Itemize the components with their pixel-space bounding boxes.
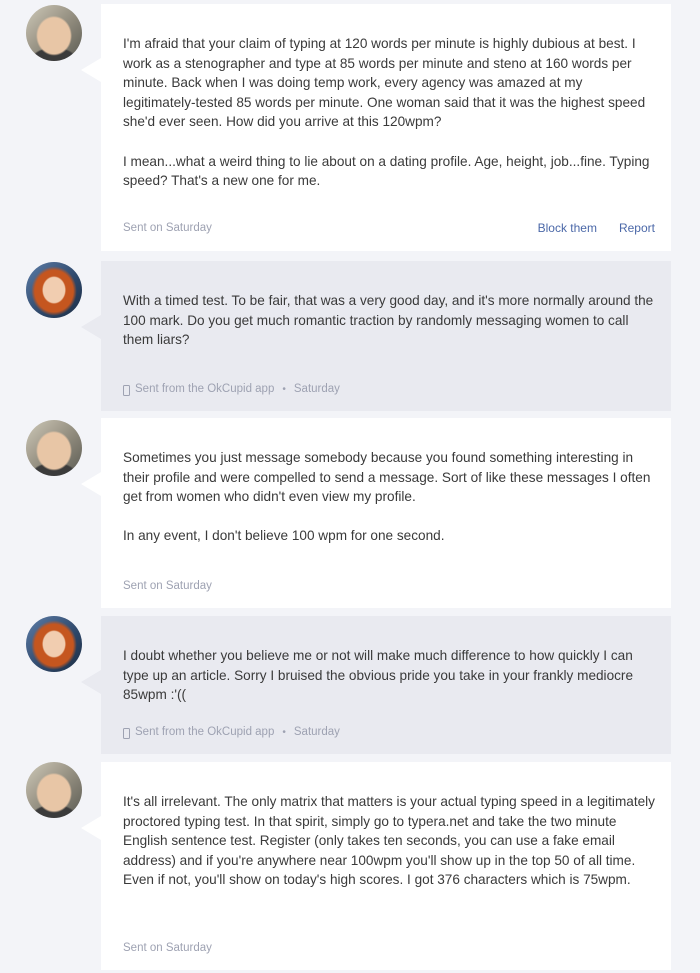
message-footer: Sent from the OkCupid app • Saturday xyxy=(123,726,655,739)
phone-icon xyxy=(123,727,130,739)
message-text: With a timed test. To be fair, that was … xyxy=(123,291,655,350)
sent-timestamp: Sent on Saturday xyxy=(123,222,212,234)
avatar[interactable] xyxy=(26,262,82,318)
sent-day: Saturday xyxy=(293,726,340,738)
message-bubble: I doubt whether you believe me or not wi… xyxy=(81,616,671,754)
message-paragraph: In any event, I don't believe 100 wpm fo… xyxy=(123,528,445,544)
avatar[interactable] xyxy=(26,616,82,672)
avatar[interactable] xyxy=(26,762,82,818)
message-paragraph: It's all irrelevant. The only matrix tha… xyxy=(123,794,655,888)
message-paragraph: With a timed test. To be fair, that was … xyxy=(123,293,654,348)
sent-from-app: Sent from the OkCupid app xyxy=(135,726,275,738)
message-item: It's all irrelevant. The only matrix tha… xyxy=(0,760,700,973)
sent-day: Saturday xyxy=(293,383,340,395)
sent-timestamp: Sent on Saturday xyxy=(123,580,212,592)
message-bubble: I'm afraid that your claim of typing at … xyxy=(81,4,671,251)
message-item: I'm afraid that your claim of typing at … xyxy=(0,0,700,252)
message-footer: Sent on Saturday Block them Report xyxy=(123,221,655,235)
message-footer: Sent on Saturday xyxy=(123,580,655,592)
message-paragraph: I mean...what a weird thing to lie about… xyxy=(123,153,650,189)
message-bubble: It's all irrelevant. The only matrix tha… xyxy=(81,762,671,970)
message-text: It's all irrelevant. The only matrix tha… xyxy=(123,792,655,890)
sent-from-app: Sent from the OkCupid app xyxy=(135,383,275,395)
report-link[interactable]: Report xyxy=(619,221,655,235)
phone-icon xyxy=(123,384,130,396)
separator-dot: • xyxy=(282,383,286,395)
message-bubble: With a timed test. To be fair, that was … xyxy=(81,261,671,411)
message-thread: I'm afraid that your claim of typing at … xyxy=(0,0,700,973)
message-item: With a timed test. To be fair, that was … xyxy=(0,258,700,411)
message-item: Sometimes you just message somebody beca… xyxy=(0,416,700,608)
message-text: I'm afraid that your claim of typing at … xyxy=(123,34,655,191)
avatar[interactable] xyxy=(26,5,82,61)
message-paragraph: I doubt whether you believe me or not wi… xyxy=(123,648,634,703)
avatar[interactable] xyxy=(26,420,82,476)
block-them-link[interactable]: Block them xyxy=(538,221,597,235)
sent-timestamp: Sent on Saturday xyxy=(123,942,212,954)
separator-dot: • xyxy=(282,726,286,738)
message-item: I doubt whether you believe me or not wi… xyxy=(0,614,700,754)
message-footer: Sent on Saturday xyxy=(123,942,655,954)
message-bubble: Sometimes you just message somebody beca… xyxy=(81,418,671,608)
message-text: I doubt whether you believe me or not wi… xyxy=(123,646,655,705)
message-paragraph: I'm afraid that your claim of typing at … xyxy=(123,36,646,130)
message-text: Sometimes you just message somebody beca… xyxy=(123,448,655,546)
message-paragraph: Sometimes you just message somebody beca… xyxy=(123,450,651,505)
message-footer: Sent from the OkCupid app • Saturday xyxy=(123,383,655,396)
